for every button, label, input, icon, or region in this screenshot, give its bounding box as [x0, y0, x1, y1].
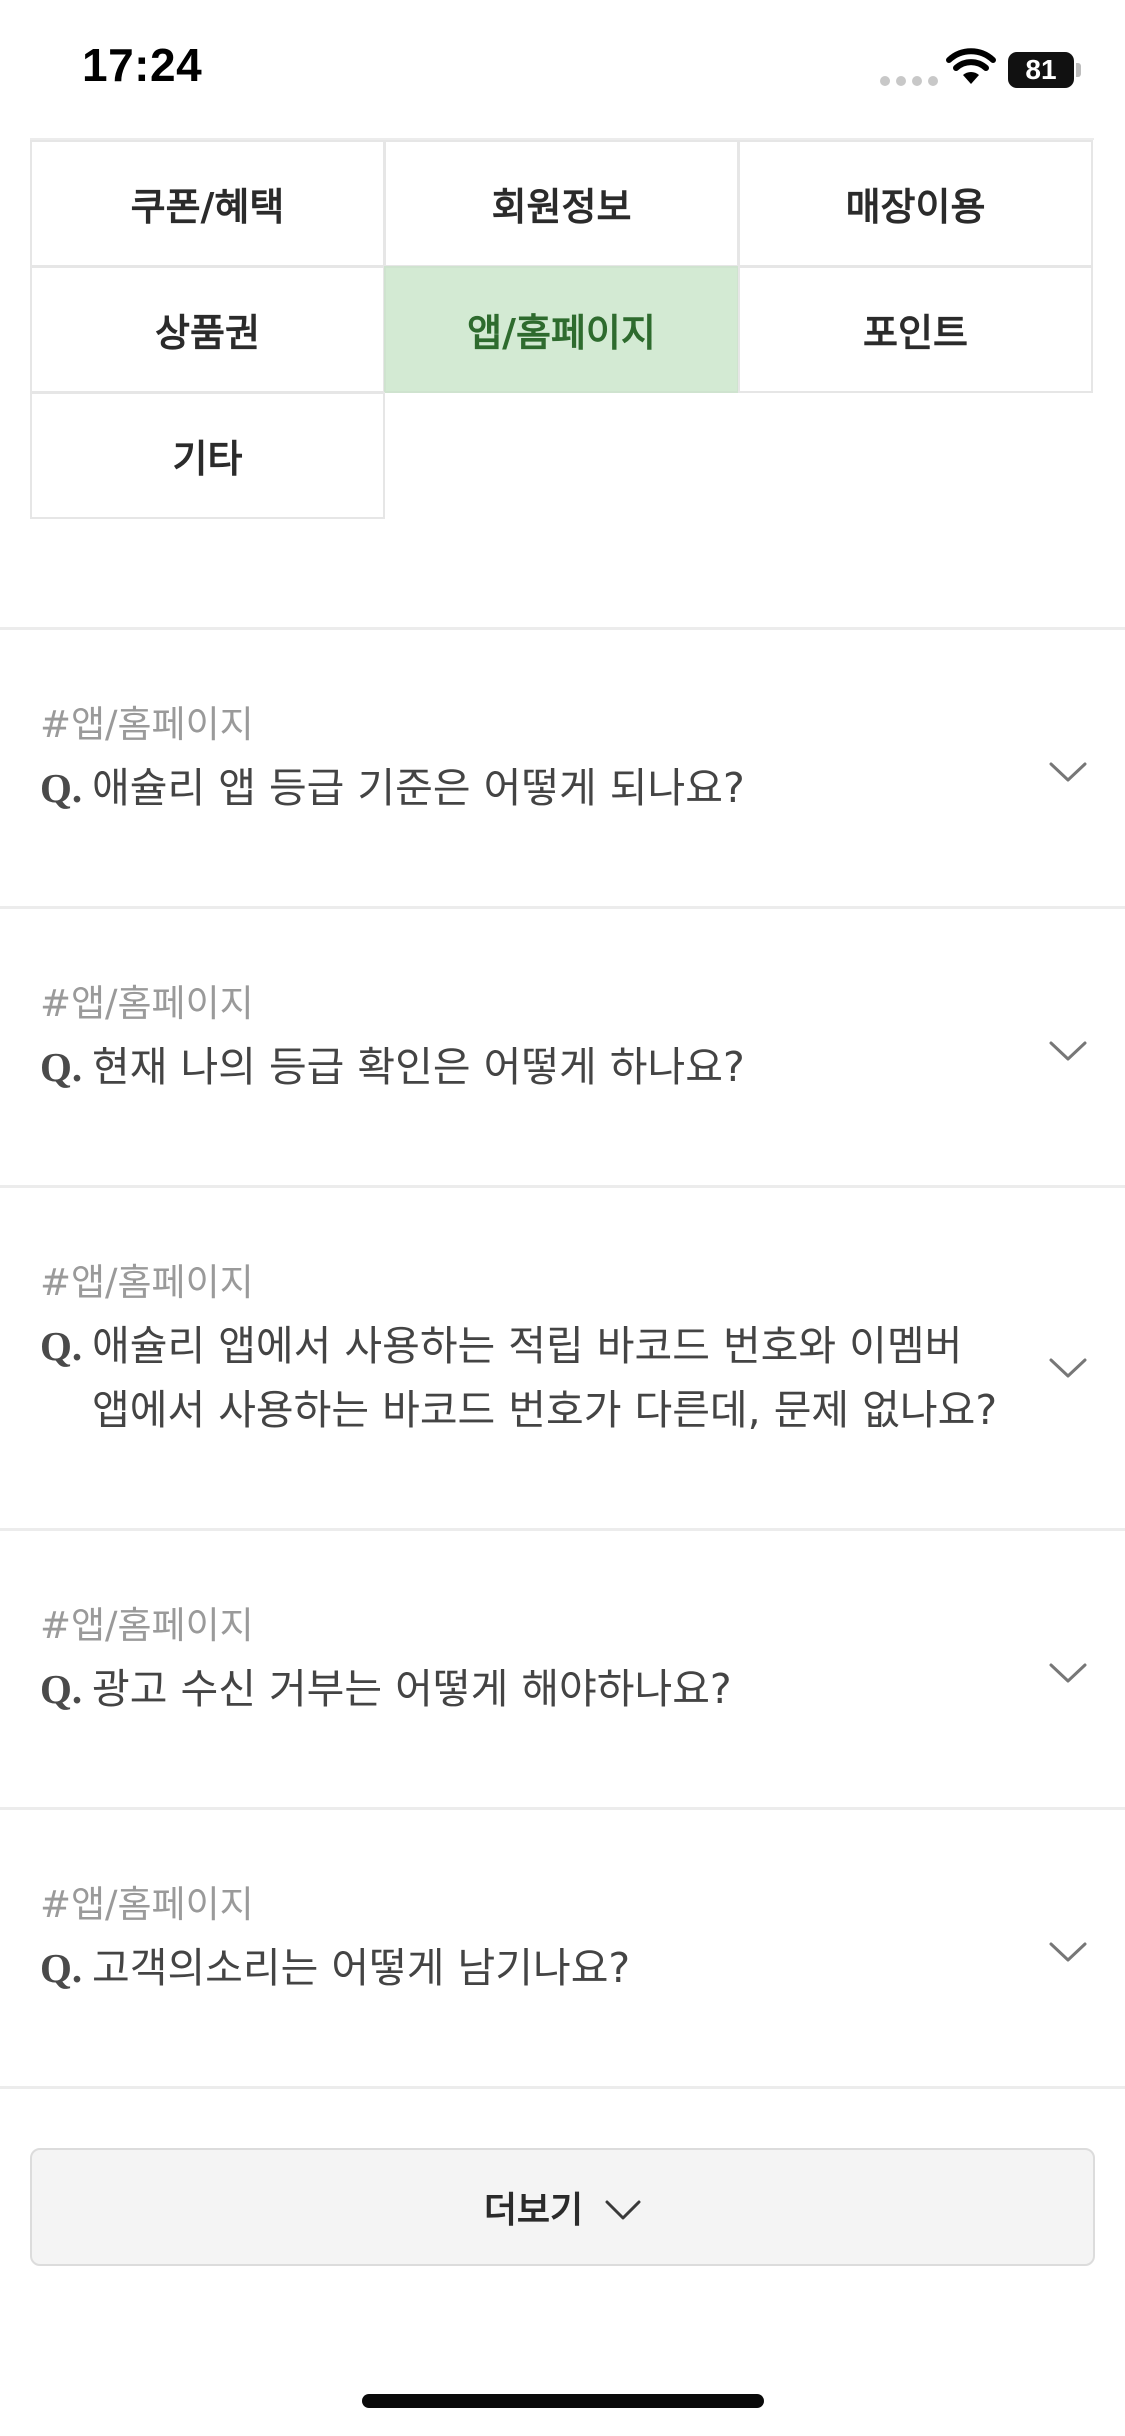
faq-question: Q. 애슐리 앱 등급 기준은 어떻게 되나요?: [40, 756, 1000, 820]
chevron-down-icon[interactable]: [1048, 1661, 1088, 1685]
category-tab[interactable]: 회원정보: [384, 140, 739, 267]
category-tab[interactable]: 기타: [30, 392, 385, 519]
status-bar: 17:24 81: [0, 0, 1125, 140]
faq-item[interactable]: #앱/홈페이지 Q. 현재 나의 등급 확인은 어떻게 하나요?: [0, 909, 1125, 1185]
faq-question-text: 광고 수신 거부는 어떻게 해야하나요?: [92, 1665, 732, 1713]
battery-level: 81: [1025, 54, 1057, 85]
screen: 17:24 81 쿠폰/혜택 회원정보 매장이용상품권 앱/홈페이지 포인트기타 #앱/…: [0, 0, 1125, 2436]
category-tab[interactable]: 쿠폰/혜택: [30, 140, 385, 267]
faq-question: Q. 애슐리 앱에서 사용하는 적립 바코드 번호와 이멤버 앱에서 사용하는 바…: [40, 1314, 1000, 1442]
chevron-down-icon: [605, 2200, 641, 2220]
faq-item[interactable]: #앱/홈페이지 Q. 고객의소리는 어떻게 남기나요?: [0, 1810, 1125, 2086]
faq-question-text: 애슐리 앱 등급 기준은 어떻게 되나요?: [92, 764, 745, 812]
faq-item[interactable]: #앱/홈페이지 Q. 애슐리 앱에서 사용하는 적립 바코드 번호와 이멤버 앱에서…: [0, 1188, 1125, 1528]
faq-question: Q. 광고 수신 거부는 어떻게 해야하나요?: [40, 1657, 1000, 1721]
faq-item[interactable]: #앱/홈페이지 Q. 광고 수신 거부는 어떻게 해야하나요?: [0, 1531, 1125, 1807]
status-time: 17:24: [82, 39, 203, 91]
q-prefix: Q.: [40, 1323, 83, 1369]
wifi-icon: [946, 48, 996, 84]
category-tab[interactable]: 상품권: [30, 266, 385, 393]
faq-list: #앱/홈페이지 Q. 애슐리 앱 등급 기준은 어떻게 되나요? #앱/홈페이지 Q. 현…: [0, 627, 1125, 2089]
faq-tag: #앱/홈페이지: [40, 703, 254, 746]
faq-question-text: 현재 나의 등급 확인은 어떻게 하나요?: [92, 1043, 745, 1091]
category-tab[interactable]: 앱/홈페이지: [384, 266, 739, 393]
battery-icon: 81: [1008, 52, 1082, 88]
more-button[interactable]: 더보기: [30, 2148, 1095, 2266]
chevron-down-icon[interactable]: [1048, 760, 1088, 784]
category-tab[interactable]: 포인트: [738, 266, 1093, 393]
home-indicator: [362, 2394, 764, 2408]
more-button-label: 더보기: [483, 2190, 584, 2231]
faq-tag: #앱/홈페이지: [40, 982, 254, 1025]
faq-question: Q. 고객의소리는 어떻게 남기나요?: [40, 1936, 1000, 2000]
faq-question: Q. 현재 나의 등급 확인은 어떻게 하나요?: [40, 1035, 1000, 1099]
q-prefix: Q.: [40, 1666, 83, 1712]
chevron-down-icon[interactable]: [1048, 1940, 1088, 1964]
faq-tag: #앱/홈페이지: [40, 1261, 254, 1304]
divider: [0, 2086, 1125, 2089]
faq-tag: #앱/홈페이지: [40, 1604, 254, 1647]
category-tab[interactable]: 매장이용: [738, 140, 1093, 267]
chevron-down-icon[interactable]: [1048, 1039, 1088, 1063]
q-prefix: Q.: [40, 1945, 83, 1991]
cellular-signal-icon: [880, 76, 938, 86]
q-prefix: Q.: [40, 765, 83, 811]
faq-tag: #앱/홈페이지: [40, 1883, 254, 1926]
chevron-down-icon[interactable]: [1048, 1356, 1088, 1380]
faq-question-text: 고객의소리는 어떻게 남기나요?: [92, 1944, 631, 1992]
category-grid: 쿠폰/혜택 회원정보 매장이용상품권 앱/홈페이지 포인트기타: [30, 140, 1094, 519]
faq-question-text: 애슐리 앱에서 사용하는 적립 바코드 번호와 이멤버 앱에서 사용하는 바코드…: [92, 1322, 998, 1434]
faq-item[interactable]: #앱/홈페이지 Q. 애슐리 앱 등급 기준은 어떻게 되나요?: [0, 630, 1125, 906]
q-prefix: Q.: [40, 1044, 83, 1090]
